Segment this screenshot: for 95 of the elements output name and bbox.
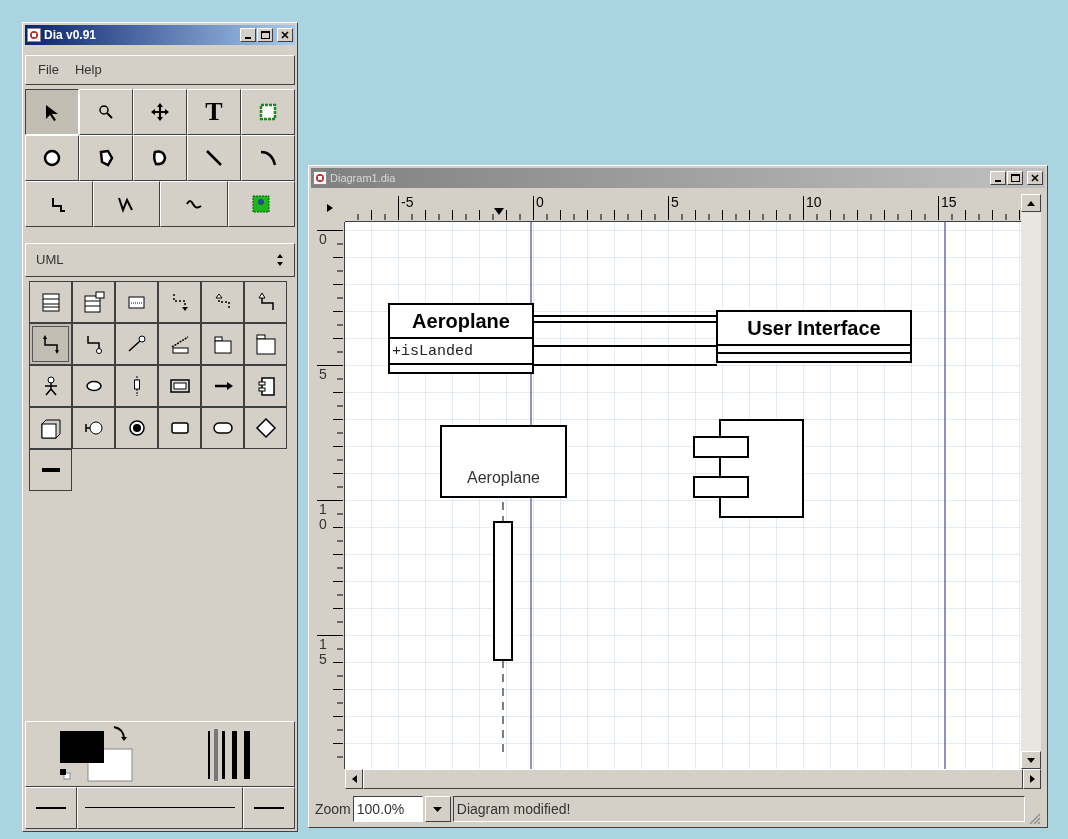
line-icon (85, 806, 235, 810)
down-arrow-icon (1027, 757, 1035, 763)
ruler-label: 0 (319, 232, 327, 247)
spinner-arrows-icon (276, 253, 284, 267)
scroll-left-button[interactable] (345, 769, 363, 789)
diamond-icon (254, 417, 277, 439)
shape-button[interactable] (158, 281, 201, 323)
small-package-icon (211, 333, 234, 355)
lifeline-icon (132, 375, 141, 397)
ellipse-icon (42, 148, 62, 168)
close-button[interactable] (1027, 171, 1043, 185)
color-swatches-icon (58, 725, 134, 783)
shape-button[interactable] (158, 407, 201, 449)
menu-item[interactable]: File (38, 60, 59, 80)
shape-button[interactable] (158, 323, 201, 365)
ruler-label: 5 (671, 195, 679, 209)
line-icon (204, 148, 224, 168)
sheet-select[interactable]: UML (25, 243, 295, 277)
left-arrow-icon (351, 775, 357, 783)
ruler-label: -5 (401, 195, 414, 209)
maximize-button[interactable] (257, 28, 273, 42)
dashed-box-icon (258, 102, 278, 122)
triangle-icon (327, 204, 333, 212)
resize-grip-icon (1027, 811, 1041, 825)
arrow-end-button[interactable] (243, 787, 295, 829)
shape-button[interactable] (201, 323, 244, 365)
shape-button[interactable] (115, 323, 158, 365)
shape-button[interactable] (115, 365, 158, 407)
scroll-down-button[interactable] (1021, 751, 1041, 769)
up-arrow-icon (1027, 200, 1035, 206)
shape-button[interactable] (201, 365, 244, 407)
tool-button[interactable]: T (187, 89, 241, 135)
window-title: Diagram1.dia (330, 170, 397, 186)
zoom-field[interactable]: 100.0% (352, 796, 423, 822)
image-icon (251, 194, 272, 214)
minimize-button[interactable] (990, 171, 1006, 185)
shape-button[interactable] (244, 365, 287, 407)
shape-button[interactable] (115, 281, 158, 323)
zoom-label: Zoom (315, 799, 351, 819)
shape-button[interactable] (201, 281, 244, 323)
shape-button[interactable] (29, 449, 72, 491)
arrow-start-button[interactable] (25, 787, 77, 829)
template-class-icon (82, 291, 105, 313)
maximize-icon (260, 31, 270, 39)
class-icon (39, 291, 62, 313)
shape-button[interactable] (72, 281, 115, 323)
shape-button[interactable] (244, 323, 287, 365)
tool-button[interactable] (25, 89, 79, 135)
ruler-label: 15 (941, 195, 957, 209)
class-attribute: +isLanded (392, 343, 473, 359)
object-name: Aeroplane (467, 470, 540, 486)
move-icon (150, 102, 170, 122)
maximize-icon (1010, 174, 1020, 182)
ruler-label: 10 (806, 195, 822, 209)
shape-button[interactable] (72, 407, 115, 449)
class-name: Aeroplane (412, 311, 510, 331)
shape-button[interactable] (72, 323, 115, 365)
shape-button[interactable] (244, 281, 287, 323)
ruler-label: 0 (536, 195, 544, 209)
close-icon (1031, 174, 1039, 182)
caret-icon (433, 806, 443, 812)
ruler-label: 5 (319, 367, 327, 382)
right-arrow-icon (1029, 775, 1035, 783)
shape-button[interactable] (29, 365, 72, 407)
scroll-up-button[interactable] (1021, 194, 1041, 212)
zoom-dropdown-button[interactable] (424, 796, 451, 822)
status-text: Diagram modified! (456, 799, 571, 819)
ruler-label: 10 (319, 502, 327, 532)
scroll-right-button[interactable] (1023, 769, 1041, 789)
shape-button[interactable] (244, 407, 287, 449)
arc-icon (258, 148, 278, 168)
large-package-icon (254, 333, 277, 355)
shape-button[interactable] (158, 365, 201, 407)
ruler-label: 15 (319, 637, 327, 667)
window-title: Dia v0.91 (44, 27, 98, 44)
shape-button[interactable] (29, 407, 72, 449)
menu-item[interactable]: Help (74, 60, 102, 80)
line-style-button[interactable] (77, 787, 243, 829)
app-icon (313, 171, 327, 185)
shape-button[interactable] (201, 407, 244, 449)
shape-button[interactable] (29, 323, 72, 365)
minimize-button[interactable] (240, 28, 256, 42)
shape-button[interactable] (29, 281, 72, 323)
position-marker-icon (494, 208, 504, 215)
app-icon (27, 28, 41, 42)
node-icon (39, 417, 62, 439)
line-icon (254, 806, 284, 810)
bar-icon (40, 467, 61, 473)
shape-button[interactable] (115, 407, 158, 449)
class-name: User Interface (747, 318, 881, 338)
close-icon (281, 31, 289, 39)
shape-button[interactable] (72, 365, 115, 407)
maximize-button[interactable] (1007, 171, 1023, 185)
line-icon (36, 806, 66, 810)
close-button[interactable] (277, 28, 293, 42)
